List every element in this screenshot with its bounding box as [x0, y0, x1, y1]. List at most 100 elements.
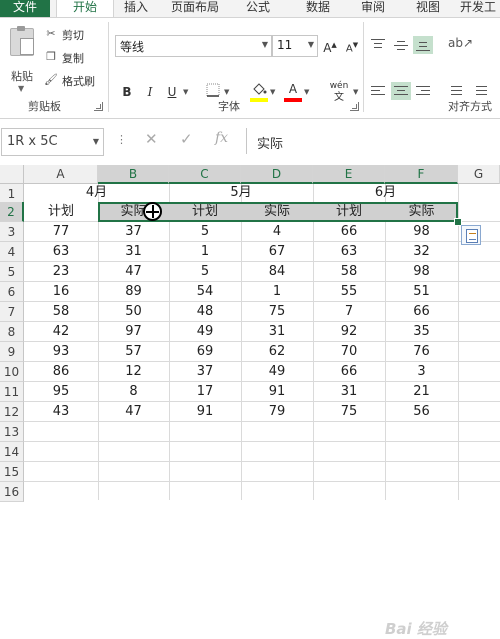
cell-b12[interactable]: 47	[98, 402, 169, 422]
bold-button[interactable]: B	[118, 83, 136, 101]
cell-f8[interactable]: 35	[385, 322, 458, 342]
cell-b7[interactable]: 50	[98, 302, 169, 322]
cell-c12[interactable]: 91	[169, 402, 241, 422]
fill-color-button[interactable]	[250, 80, 268, 98]
cell-e4[interactable]: 63	[313, 242, 385, 262]
row-header-12[interactable]: 12	[0, 402, 24, 422]
merged-cell-may[interactable]: 5月	[169, 184, 313, 202]
font-size-select[interactable]: 11 ▼	[272, 35, 318, 57]
row-header-8[interactable]: 8	[0, 322, 24, 342]
cell-a10[interactable]: 86	[24, 362, 98, 382]
chevron-down-icon[interactable]: ▼	[304, 88, 309, 96]
column-header-f[interactable]: F	[385, 165, 458, 184]
quick-analysis-icon[interactable]	[461, 225, 481, 245]
cell-c6[interactable]: 54	[169, 282, 241, 302]
cell-f10[interactable]: 3	[385, 362, 458, 382]
cell-c10[interactable]: 37	[169, 362, 241, 382]
row-header-13[interactable]: 13	[0, 422, 24, 442]
row-header-5[interactable]: 5	[0, 262, 24, 282]
cell-d3[interactable]: 4	[241, 222, 313, 242]
cell-c8[interactable]: 49	[169, 322, 241, 342]
increase-font-size-button[interactable]: A▲	[321, 36, 339, 55]
cell-a12[interactable]: 43	[24, 402, 98, 422]
font-launcher-icon[interactable]	[350, 102, 359, 111]
chevron-down-icon[interactable]: ▼	[224, 88, 229, 96]
chevron-down-icon[interactable]: ▼	[183, 88, 188, 96]
font-name-select[interactable]: 等线 ▼	[115, 35, 272, 57]
select-all-corner[interactable]	[0, 165, 24, 184]
cell-a11[interactable]: 95	[24, 382, 98, 402]
cell-e10[interactable]: 66	[313, 362, 385, 382]
cell-a4[interactable]: 63	[24, 242, 98, 262]
row-header-10[interactable]: 10	[0, 362, 24, 382]
row-header-9[interactable]: 9	[0, 342, 24, 362]
cell-f12[interactable]: 56	[385, 402, 458, 422]
formula-input[interactable]: 实际	[246, 128, 500, 154]
cell-e9[interactable]: 70	[313, 342, 385, 362]
row-header-7[interactable]: 7	[0, 302, 24, 322]
cell-b4[interactable]: 31	[98, 242, 169, 262]
cell-a7[interactable]: 58	[24, 302, 98, 322]
merged-cell-june[interactable]: 6月	[313, 184, 458, 202]
row-header-6[interactable]: 6	[0, 282, 24, 302]
cell-a3[interactable]: 77	[24, 222, 98, 242]
cell-c5[interactable]: 5	[169, 262, 241, 282]
cell-d4[interactable]: 67	[241, 242, 313, 262]
column-header-b[interactable]: B	[98, 165, 169, 184]
clipboard-launcher-icon[interactable]	[94, 102, 103, 111]
cell-e8[interactable]: 92	[313, 322, 385, 342]
enter-check-icon[interactable]: ✓	[180, 130, 193, 148]
cancel-icon[interactable]: ✕	[145, 130, 158, 148]
cell-f11[interactable]: 21	[385, 382, 458, 402]
cell-f6[interactable]: 51	[385, 282, 458, 302]
cell-b8[interactable]: 97	[98, 322, 169, 342]
cell-f4[interactable]: 32	[385, 242, 458, 262]
align-right-button[interactable]	[413, 82, 433, 100]
name-box[interactable]: 1R x 5C ▼	[1, 128, 104, 156]
cell-d7[interactable]: 75	[241, 302, 313, 322]
cell-c7[interactable]: 48	[169, 302, 241, 322]
underline-button[interactable]: U	[163, 83, 181, 101]
column-header-c[interactable]: C	[169, 165, 241, 184]
cell-e6[interactable]: 55	[313, 282, 385, 302]
cell-e7[interactable]: 7	[313, 302, 385, 322]
cell-d8[interactable]: 31	[241, 322, 313, 342]
column-header-g[interactable]: G	[458, 165, 500, 184]
tab-view[interactable]: 视图	[410, 0, 446, 17]
cell-c9[interactable]: 69	[169, 342, 241, 362]
font-color-button[interactable]: A	[284, 80, 302, 98]
cell-e12[interactable]: 75	[313, 402, 385, 422]
cell-d5[interactable]: 84	[241, 262, 313, 282]
cell-b11[interactable]: 8	[98, 382, 169, 402]
row-header-4[interactable]: 4	[0, 242, 24, 262]
tab-insert[interactable]: 插入	[118, 0, 154, 17]
cell-d10[interactable]: 49	[241, 362, 313, 382]
cell-d11[interactable]: 91	[241, 382, 313, 402]
cut-button[interactable]: ✂ 剪切	[44, 26, 94, 44]
column-header-e[interactable]: E	[313, 165, 385, 184]
cell-e5[interactable]: 58	[313, 262, 385, 282]
paste-button[interactable]: 粘贴 ▼	[4, 26, 38, 93]
row-header-2[interactable]: 2	[0, 202, 24, 222]
align-left-button[interactable]	[368, 82, 388, 100]
tab-review[interactable]: 审阅	[355, 0, 391, 17]
insert-function-icon[interactable]: fx	[215, 130, 228, 146]
tab-file[interactable]: 文件	[0, 0, 50, 17]
italic-button[interactable]: I	[141, 83, 159, 101]
orientation-button[interactable]: ab↗	[445, 36, 473, 54]
row-header-11[interactable]: 11	[0, 382, 24, 402]
worksheet-grid[interactable]: A B C D E F G 1 2 3 4 5 6 7 8 9 10 11 12…	[0, 165, 500, 638]
cell-d6[interactable]: 1	[241, 282, 313, 302]
chevron-down-icon[interactable]: ▼	[353, 88, 358, 96]
cell-e3[interactable]: 66	[313, 222, 385, 242]
cell-d9[interactable]: 62	[241, 342, 313, 362]
copy-button[interactable]: ❐ 复制	[44, 49, 104, 67]
cell-f3[interactable]: 98	[385, 222, 458, 242]
cell-b3[interactable]: 37	[98, 222, 169, 242]
row-header-16[interactable]: 16	[0, 482, 24, 502]
cell-f9[interactable]: 76	[385, 342, 458, 362]
cell-b10[interactable]: 12	[98, 362, 169, 382]
tab-formulas[interactable]: 公式	[240, 0, 276, 17]
decrease-font-size-button[interactable]: A▼	[343, 36, 361, 54]
cell-f7[interactable]: 66	[385, 302, 458, 322]
